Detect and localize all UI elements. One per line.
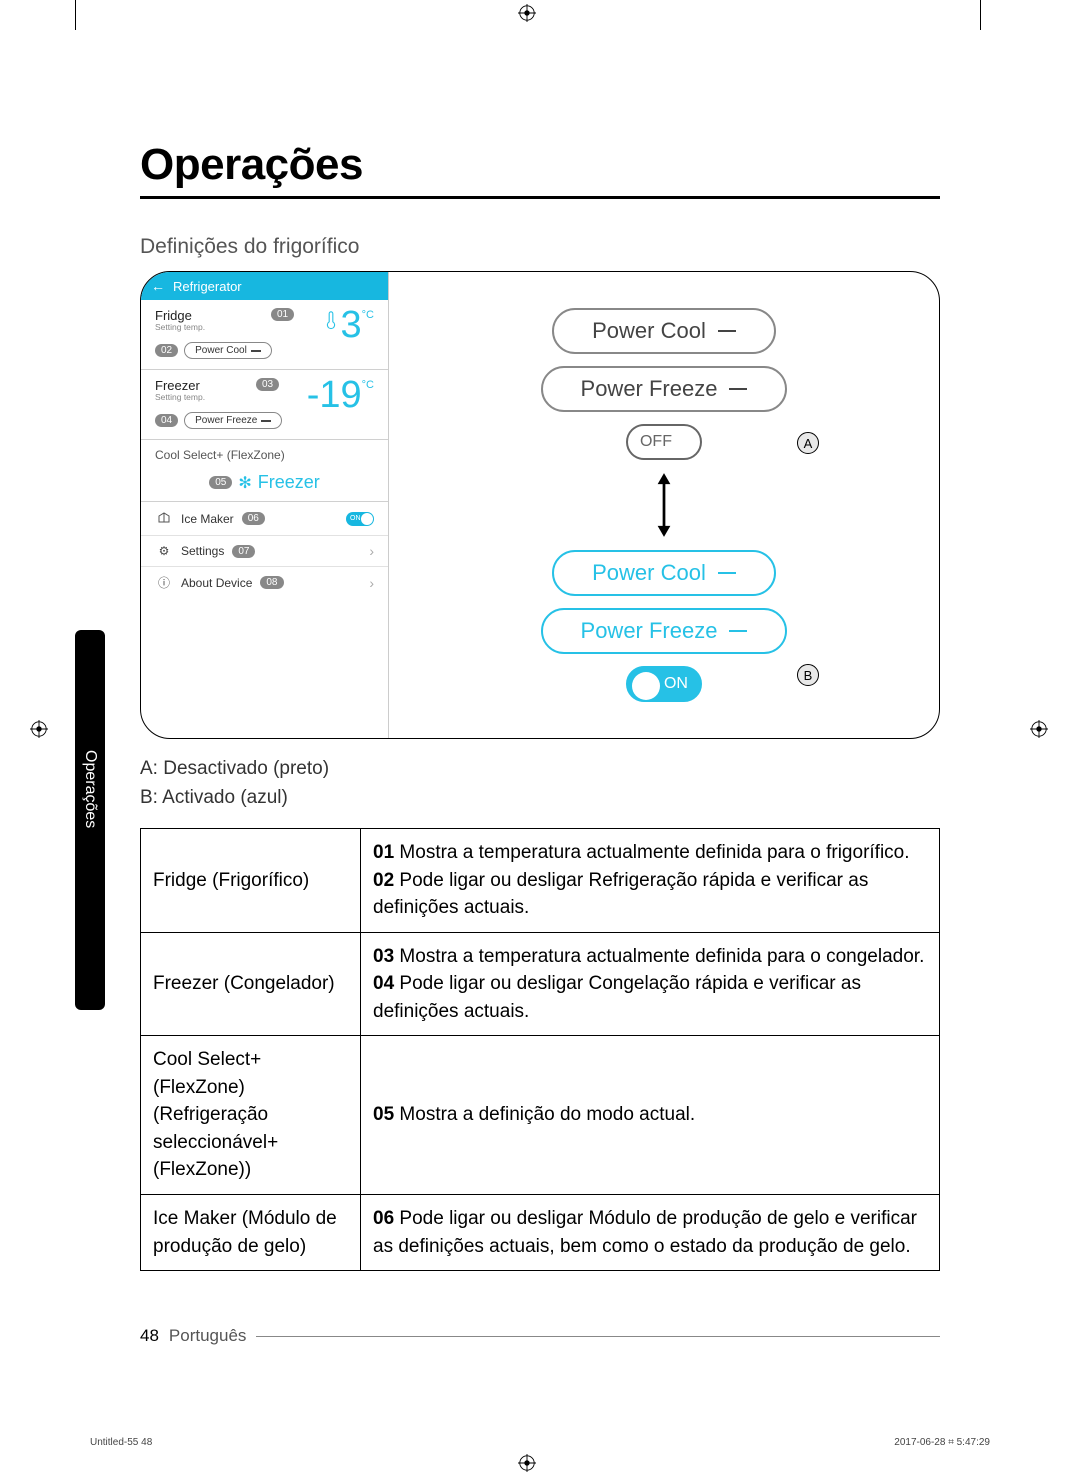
info-icon: ⓘ: [155, 574, 173, 591]
table-row: Ice Maker (Módulo de produção de gelo)06…: [141, 1195, 940, 1271]
callout-02: 02: [155, 344, 178, 357]
minus-icon: [261, 420, 271, 422]
power-cool-mini-label: Power Cool: [195, 345, 247, 356]
figure-panel: ← Refrigerator Fridge Setting temp. 01 3…: [140, 271, 940, 739]
updown-arrow-icon: [654, 470, 674, 540]
minus-icon: [718, 572, 736, 574]
table-row: Fridge (Frigorífico)01 Mostra a temperat…: [141, 829, 940, 933]
table-row-desc: 01 Mostra a temperatura actualmente defi…: [361, 829, 940, 933]
about-device-row[interactable]: ⓘ About Device 08 ›: [141, 567, 388, 598]
print-doc-id: Untitled-55 48: [90, 1437, 152, 1448]
power-cool-pill-label: Power Cool: [592, 560, 706, 586]
section-tab-label: Operações: [81, 750, 99, 828]
snowflake-icon: ✻: [238, 473, 251, 493]
power-cool-mini-button[interactable]: Power Cool: [184, 342, 272, 359]
title-rule: [140, 196, 940, 199]
power-cool-pill-label: Power Cool: [592, 318, 706, 344]
ice-icon: [155, 509, 173, 528]
key-b: B: Activado (azul): [140, 784, 940, 813]
power-freeze-pill-label: Power Freeze: [581, 376, 718, 402]
print-timestamp: 2017-06-28 ⌗ 5:47:29: [894, 1437, 990, 1448]
chevron-right-icon: ›: [369, 575, 374, 591]
settings-label: Settings: [181, 544, 224, 558]
section-heading: Definições do frigorífico: [140, 235, 940, 259]
gear-icon: ⚙: [155, 544, 173, 558]
power-cool-pill-off[interactable]: Power Cool: [552, 308, 776, 354]
table-row-label: Fridge (Frigorífico): [141, 829, 361, 933]
power-freeze-pill-off[interactable]: Power Freeze: [541, 366, 788, 412]
callout-04: 04: [155, 414, 178, 427]
toggle-on[interactable]: ON: [626, 666, 702, 702]
fridge-temp: 3°C: [341, 306, 374, 344]
cool-select-zone[interactable]: Cool Select+ (FlexZone) 05 ✻ Freezer: [141, 440, 388, 502]
minus-icon: [729, 388, 747, 390]
registration-mark-top: [518, 4, 536, 22]
power-freeze-mini-label: Power Freeze: [195, 415, 257, 426]
back-icon[interactable]: ←: [151, 278, 165, 294]
ice-maker-label: Ice Maker: [181, 512, 234, 526]
table-row-label: Cool Select+ (FlexZone) (Refrigeração se…: [141, 1036, 361, 1195]
key-a: A: Desactivado (preto): [140, 755, 940, 784]
power-freeze-pill-on[interactable]: Power Freeze: [541, 608, 788, 654]
power-cool-pill-on[interactable]: Power Cool: [552, 550, 776, 596]
page-language: Português: [169, 1326, 247, 1346]
callout-06: 06: [242, 512, 265, 525]
on-state-group: Power Cool Power Freeze ON: [541, 550, 788, 702]
table-row-desc: 03 Mostra a temperatura actualmente defi…: [361, 932, 940, 1036]
phone-header-title: Refrigerator: [173, 279, 242, 294]
registration-mark-bottom: [518, 1454, 536, 1472]
registration-mark-left: [30, 720, 48, 738]
toggle-on-label: ON: [664, 675, 688, 693]
page-footer: 48 Português: [140, 1326, 940, 1346]
freezer-temp: -19°C: [307, 376, 374, 414]
callout-07: 07: [232, 545, 255, 558]
ice-maker-row[interactable]: Ice Maker 06 ON: [141, 502, 388, 536]
power-freeze-mini-button[interactable]: Power Freeze: [184, 412, 282, 429]
page-number: 48: [140, 1326, 159, 1346]
page-title: Operações: [140, 140, 940, 190]
print-footer: Untitled-55 48 2017-06-28 ⌗ 5:47:29: [90, 1437, 990, 1448]
phone-screenshot: ← Refrigerator Fridge Setting temp. 01 3…: [141, 272, 389, 738]
table-row-desc: 06 Pode ligar ou desligar Módulo de prod…: [361, 1195, 940, 1271]
table-row: Freezer (Congelador)03 Mostra a temperat…: [141, 932, 940, 1036]
off-state-group: Power Cool Power Freeze OFF: [541, 308, 788, 460]
cool-select-label: Cool Select+ (FlexZone): [155, 448, 374, 462]
minus-icon: [729, 630, 747, 632]
toggle-off[interactable]: OFF: [626, 424, 702, 460]
about-device-label: About Device: [181, 576, 252, 590]
ice-maker-toggle[interactable]: ON: [346, 512, 374, 526]
chevron-right-icon: ›: [369, 543, 374, 559]
section-tab: Operações: [75, 630, 105, 1010]
registration-mark-right: [1030, 720, 1048, 738]
annotation-b: B: [797, 664, 819, 686]
minus-icon: [251, 350, 261, 352]
phone-header[interactable]: ← Refrigerator: [141, 272, 388, 300]
settings-row[interactable]: ⚙ Settings 07 ›: [141, 536, 388, 567]
callout-05: 05: [209, 476, 232, 489]
freezer-zone[interactable]: Freezer Setting temp. 03 -19°C 04 Power …: [141, 370, 388, 440]
description-table: Fridge (Frigorífico)01 Mostra a temperat…: [140, 828, 940, 1271]
minus-icon: [718, 330, 736, 332]
crop-mark: [75, 0, 76, 30]
callout-03: 03: [256, 378, 279, 391]
annotation-a: A: [797, 432, 819, 454]
crop-mark: [980, 0, 981, 30]
power-freeze-pill-label: Power Freeze: [581, 618, 718, 644]
table-row: Cool Select+ (FlexZone) (Refrigeração se…: [141, 1036, 940, 1195]
fridge-zone[interactable]: Fridge Setting temp. 01 3°C 02 Power Coo…: [141, 300, 388, 370]
table-row-label: Ice Maker (Módulo de produção de gelo): [141, 1195, 361, 1271]
thermometer-icon: [324, 310, 338, 335]
cool-select-mode: Freezer: [258, 472, 320, 493]
toggle-off-label: OFF: [640, 433, 672, 451]
callout-08: 08: [260, 576, 283, 589]
table-row-label: Freezer (Congelador): [141, 932, 361, 1036]
table-row-desc: 05 Mostra a definição do modo actual.: [361, 1036, 940, 1195]
callout-01: 01: [271, 308, 294, 321]
states-panel: Power Cool Power Freeze OFF A Power Cool: [389, 272, 939, 738]
